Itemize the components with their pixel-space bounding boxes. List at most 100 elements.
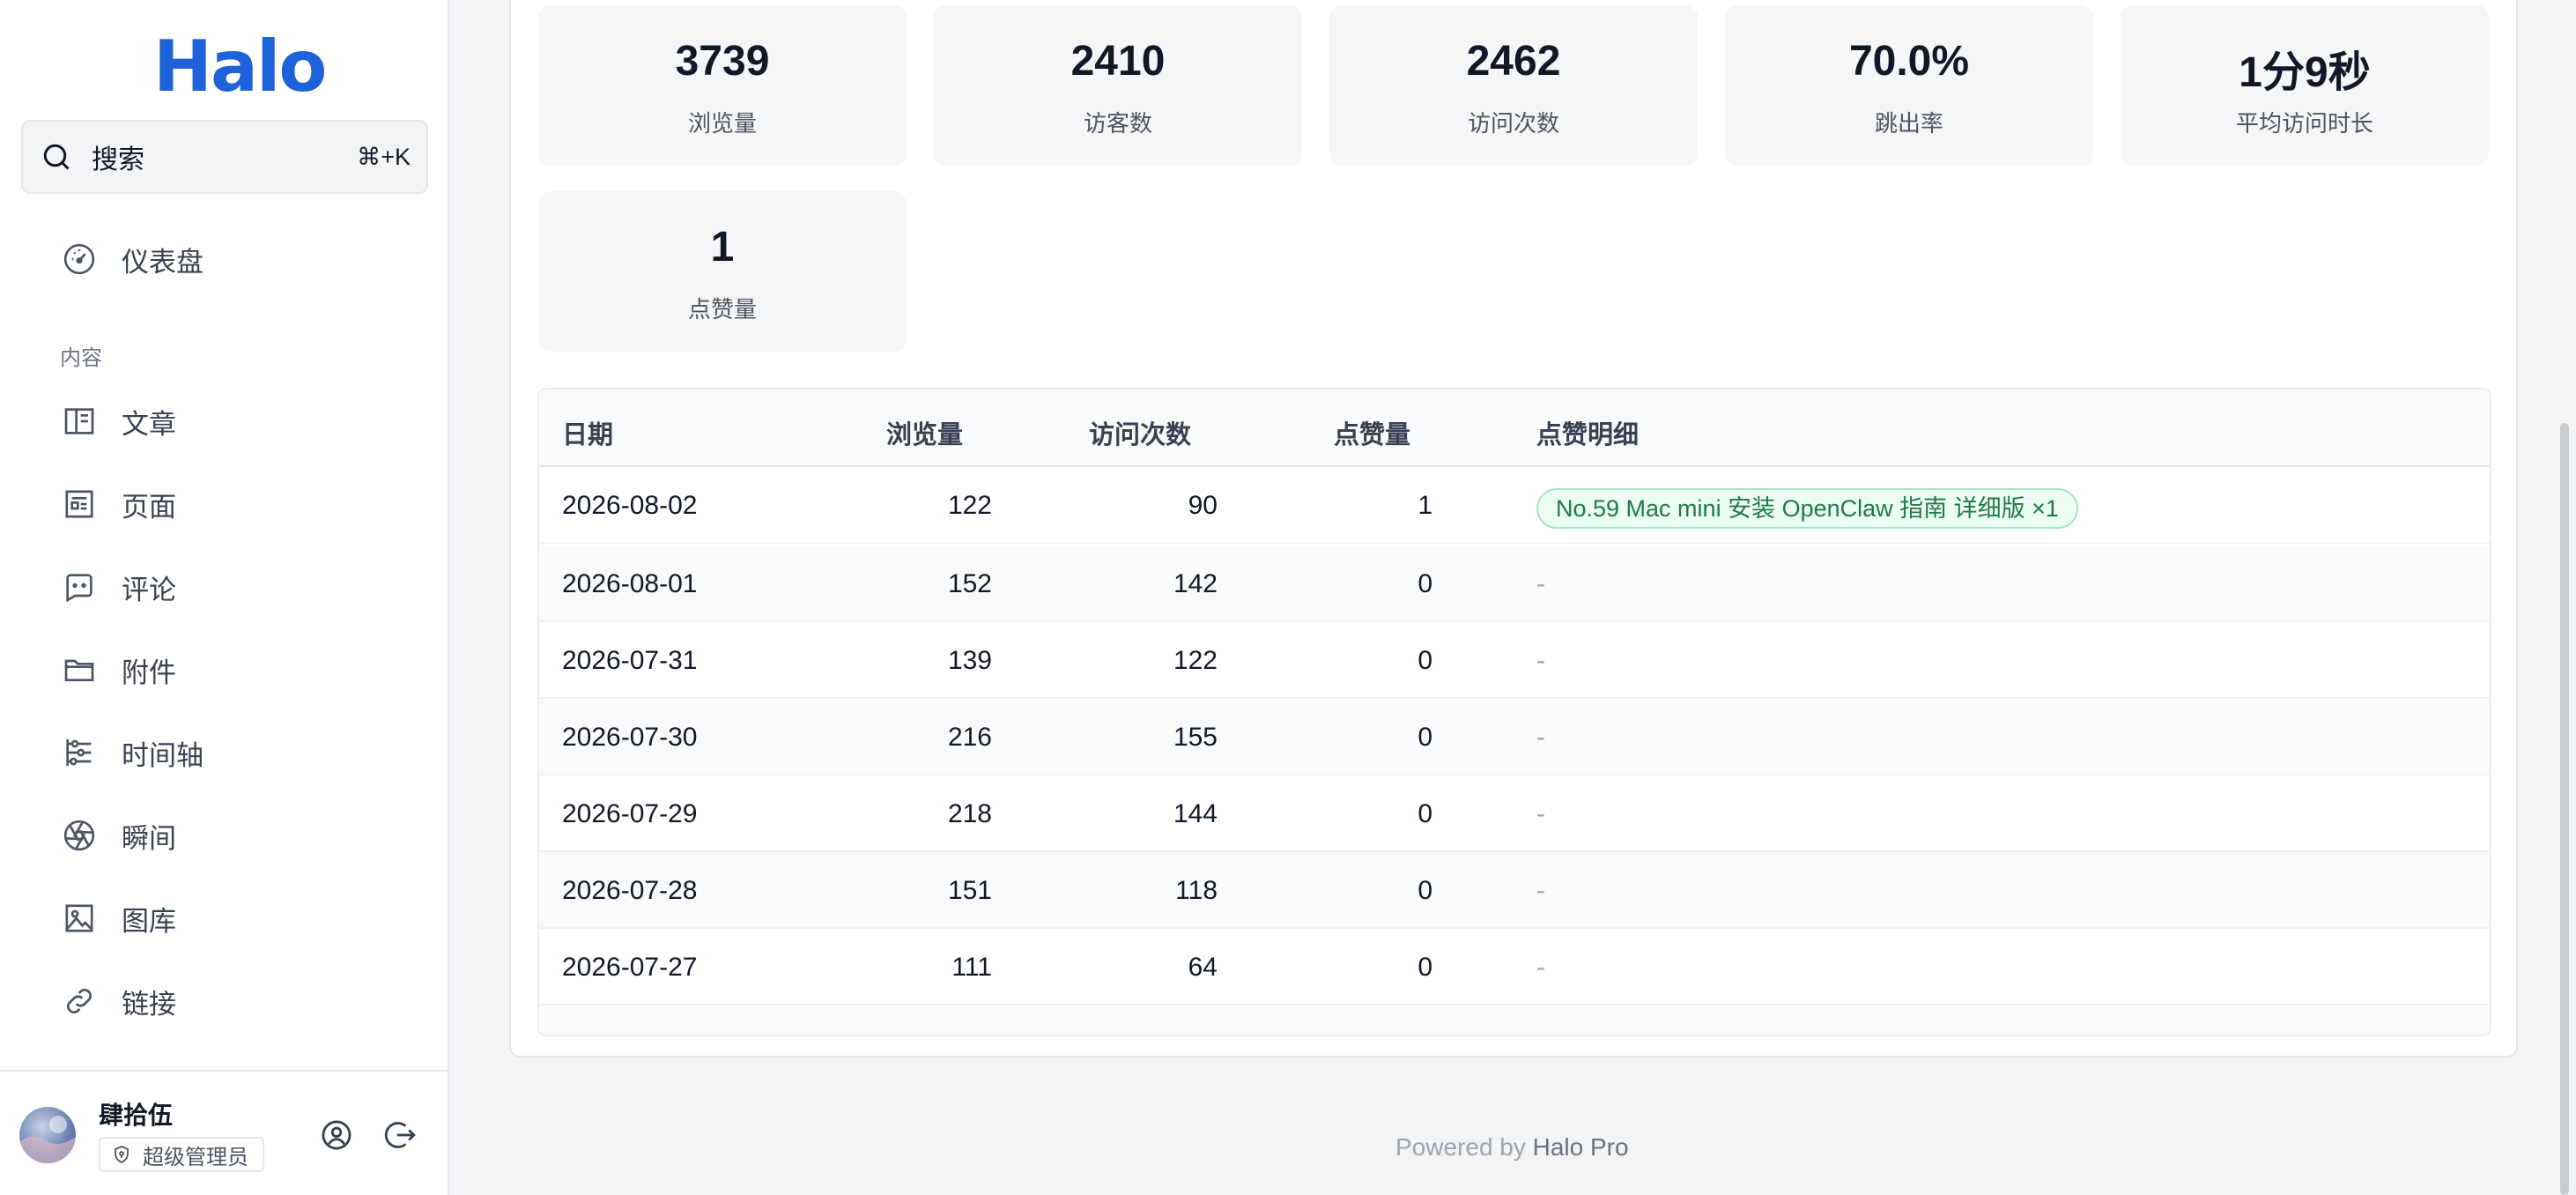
sidebar-item-pages[interactable]: 页面 [60, 476, 176, 532]
table-row-partial [539, 1007, 2490, 1035]
table-header: 日期 浏览量 访问次数 点赞量 点赞明细 [539, 390, 2490, 467]
sidebar-item-dashboard[interactable]: 仪表盘 [60, 231, 204, 287]
stat-value: 3739 [675, 38, 770, 85]
footer: Powered by Halo Pro [1395, 1133, 1629, 1162]
section-label-content: 内容 [60, 346, 102, 370]
cell-date: 2026-07-31 [562, 646, 698, 675]
cell-views: 122 [947, 491, 992, 520]
cell-visits: 90 [1188, 491, 1218, 520]
halo-logo[interactable]: Halo [153, 32, 327, 102]
stat-value: 2410 [1070, 38, 1166, 85]
sidebar-item-comments[interactable]: 评论 [60, 559, 176, 615]
table-row: 2026-07-28 151 118 0 - [539, 852, 2490, 929]
footer-prefix: Powered by [1395, 1133, 1533, 1161]
search-shortcut: ⌘+K [357, 143, 411, 170]
table-row: 2026-08-02 122 90 1 No.59 Mac mini 安装 Op… [539, 467, 2490, 544]
sidebar: Halo 搜索 ⌘+K 仪表盘 内容 文章 页面 评论 附件 时间轴 瞬间 图库… [0, 0, 449, 1195]
cell-visits: 64 [1188, 953, 1218, 982]
timeline-icon [60, 733, 99, 772]
cell-views: 216 [947, 723, 992, 752]
cell-visits: 142 [1173, 569, 1218, 598]
cell-like-details: - [1536, 723, 1545, 752]
role-label: 超级管理员 [143, 1145, 248, 1169]
stat-card-visitors: 2410 访客数 [934, 5, 1302, 166]
stat-card-visits: 2462 访问次数 [1329, 5, 1698, 166]
stat-label: 访客数 [1083, 110, 1152, 137]
cell-visits: 122 [1173, 646, 1218, 675]
role-badge: 超级管理员 [99, 1137, 264, 1172]
page-scrollbar[interactable] [2560, 423, 2569, 1195]
user-bar: 肆拾伍 超级管理员 [0, 1070, 448, 1195]
table-row: 2026-07-27 111 64 0 - [539, 929, 2490, 1006]
profile-button[interactable] [317, 1117, 356, 1156]
folder-icon [60, 650, 99, 689]
sidebar-item-label: 文章 [122, 408, 176, 440]
search-icon [39, 139, 74, 174]
user-circle-icon [320, 1118, 353, 1156]
search-label: 搜索 [92, 145, 144, 174]
page-icon [60, 485, 99, 523]
stat-card-likes: 1 点赞量 [538, 191, 907, 352]
link-icon [60, 982, 99, 1021]
cell-like-details: - [1536, 646, 1545, 675]
column-header-date: 日期 [562, 421, 614, 449]
sidebar-item-label: 页面 [122, 491, 176, 523]
search-box[interactable]: 搜索 ⌘+K [21, 120, 428, 194]
cell-visits: 118 [1175, 876, 1218, 905]
stat-label: 平均访问时长 [2235, 110, 2373, 137]
cell-likes: 0 [1418, 646, 1432, 675]
cell-views: 152 [947, 569, 992, 598]
daily-stats-table: 日期 浏览量 访问次数 点赞量 点赞明细 2026-08-02 122 90 1… [537, 388, 2491, 1036]
cell-likes: 0 [1418, 799, 1432, 828]
cell-likes: 1 [1418, 491, 1432, 520]
logout-button[interactable] [381, 1117, 419, 1156]
table-row: 2026-07-31 139 122 0 - [539, 622, 2490, 699]
footer-brand-link[interactable]: Halo Pro [1533, 1133, 1629, 1161]
stat-label: 访问次数 [1467, 110, 1559, 137]
sidebar-item-label: 附件 [122, 657, 176, 688]
cell-like-details: - [1536, 953, 1545, 982]
cell-likes: 0 [1418, 723, 1432, 752]
cell-like-details: - [1536, 876, 1545, 905]
cell-views: 151 [947, 876, 992, 905]
stat-label: 点赞量 [687, 296, 757, 323]
sidebar-item-label: 链接 [122, 988, 176, 1020]
stat-value: 70.0% [1848, 38, 1970, 85]
cell-visits: 155 [1173, 723, 1218, 752]
cell-visits: 144 [1173, 799, 1218, 828]
cell-date: 2026-07-27 [562, 953, 698, 982]
comment-icon [60, 568, 99, 606]
cell-likes: 0 [1418, 953, 1432, 982]
like-detail-tag[interactable]: No.59 Mac mini 安装 OpenClaw 指南 详细版 ×1 [1536, 488, 2078, 529]
cell-date: 2026-07-28 [562, 876, 698, 905]
sidebar-item-timeline[interactable]: 时间轴 [60, 724, 204, 781]
sidebar-item-moments[interactable]: 瞬间 [60, 807, 176, 864]
sidebar-item-label: 时间轴 [122, 739, 204, 771]
sidebar-item-posts[interactable]: 文章 [60, 393, 176, 449]
cell-date: 2026-07-30 [562, 723, 698, 752]
column-header-like-details: 点赞明细 [1536, 421, 1640, 449]
avatar[interactable] [19, 1107, 76, 1163]
table-row: 2026-07-29 218 144 0 - [539, 776, 2490, 852]
cell-like-details: - [1536, 569, 1545, 598]
sidebar-item-label: 评论 [122, 574, 176, 605]
table-row: 2026-07-30 216 155 0 - [539, 699, 2490, 776]
logout-icon [383, 1118, 417, 1156]
column-header-visits: 访问次数 [1089, 421, 1192, 449]
image-icon [60, 899, 99, 938]
sidebar-item-attachments[interactable]: 附件 [60, 642, 176, 698]
sidebar-item-links[interactable]: 链接 [60, 973, 176, 1029]
sidebar-item-gallery[interactable]: 图库 [60, 890, 176, 946]
table-row: 2026-08-01 152 142 0 - [539, 546, 2490, 622]
cell-like-details: - [1536, 799, 1545, 828]
dashboard-gauge-icon [60, 240, 99, 278]
column-header-views: 浏览量 [886, 421, 964, 449]
stat-value: 1 [710, 224, 735, 271]
stat-card-avg-duration: 1分9秒 平均访问时长 [2121, 5, 2489, 166]
cell-date: 2026-07-29 [562, 799, 698, 828]
user-name: 肆拾伍 [99, 1102, 174, 1129]
stat-card-bounce-rate: 70.0% 跳出率 [1725, 5, 2093, 166]
cell-likes: 0 [1418, 876, 1432, 905]
stat-label: 浏览量 [687, 110, 757, 137]
stat-card-views: 3739 浏览量 [538, 5, 907, 166]
